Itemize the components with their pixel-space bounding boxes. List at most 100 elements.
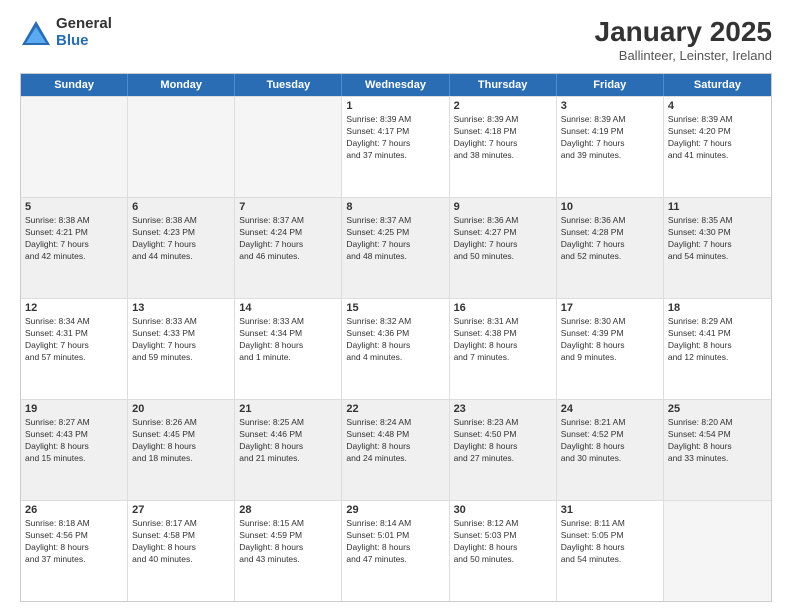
calendar-row-4: 19 Sunrise: 8:27 AM Sunset: 4:43 PM Dayli… [21, 399, 771, 500]
day-info: Sunrise: 8:34 AM Sunset: 4:31 PM Dayligh… [25, 316, 123, 364]
day-info: Sunrise: 8:39 AM Sunset: 4:19 PM Dayligh… [561, 114, 659, 162]
day-cell-9: 9Sunrise: 8:36 AM Sunset: 4:27 PM Daylig… [450, 198, 557, 298]
day-info: Sunrise: 8:35 AM Sunset: 4:30 PM Dayligh… [668, 215, 767, 263]
calendar-header: SundayMondayTuesdayWednesdayThursdayFrid… [21, 74, 771, 96]
day-cell-16: 16 Sunrise: 8:31 AM Sunset: 4:38 PM Dayli… [450, 299, 557, 399]
day-info: Sunrise: 8:17 AM Sunset: 4:58 PM Dayligh… [132, 518, 230, 566]
header-day-thursday: Thursday [450, 74, 557, 96]
day-info: Sunrise: 8:18 AM Sunset: 4:56 PM Dayligh… [25, 518, 123, 566]
day-number: 30 [454, 504, 552, 516]
day-info: Sunrise: 8:39 AM Sunset: 4:17 PM Dayligh… [346, 114, 444, 162]
day-cell-19: 19 Sunrise: 8:27 AM Sunset: 4:43 PM Dayli… [21, 400, 128, 500]
day-number: 9 [454, 201, 552, 213]
day-cell-24: 24 Sunrise: 8:21 AM Sunset: 4:52 PM Dayli… [557, 400, 664, 500]
day-cell-4: 4Sunrise: 8:39 AM Sunset: 4:20 PM Daylig… [664, 97, 771, 197]
day-info: Sunrise: 8:24 AM Sunset: 4:48 PM Dayligh… [346, 417, 444, 465]
day-cell-26: 26Sunrise: 8:18 AM Sunset: 4:56 PM Dayli… [21, 501, 128, 601]
calendar-row-3: 12 Sunrise: 8:34 AM Sunset: 4:31 PM Dayli… [21, 298, 771, 399]
day-cell-18: 18 Sunrise: 8:29 AM Sunset: 4:41 PM Dayli… [664, 299, 771, 399]
header-day-tuesday: Tuesday [235, 74, 342, 96]
day-info: Sunrise: 8:25 AM Sunset: 4:46 PM Dayligh… [239, 417, 337, 465]
day-cell-29: 29 Sunrise: 8:14 AM Sunset: 5:01 PM Dayli… [342, 501, 449, 601]
day-info: Sunrise: 8:30 AM Sunset: 4:39 PM Dayligh… [561, 316, 659, 364]
header-day-sunday: Sunday [21, 74, 128, 96]
day-number: 6 [132, 201, 230, 213]
calendar-subtitle: Ballinteer, Leinster, Ireland [595, 48, 772, 63]
day-number: 18 [668, 302, 767, 314]
day-info: Sunrise: 8:38 AM Sunset: 4:21 PM Dayligh… [25, 215, 123, 263]
day-cell-14: 14 Sunrise: 8:33 AM Sunset: 4:34 PM Dayli… [235, 299, 342, 399]
header-day-monday: Monday [128, 74, 235, 96]
day-number: 29 [346, 504, 444, 516]
day-number: 14 [239, 302, 337, 314]
calendar-title: January 2025 [595, 16, 772, 48]
day-info: Sunrise: 8:39 AM Sunset: 4:18 PM Dayligh… [454, 114, 552, 162]
day-cell-30: 30Sunrise: 8:12 AM Sunset: 5:03 PM Dayli… [450, 501, 557, 601]
day-number: 3 [561, 100, 659, 112]
day-cell-1: 1Sunrise: 8:39 AM Sunset: 4:17 PM Daylig… [342, 97, 449, 197]
header-day-friday: Friday [557, 74, 664, 96]
day-cell-6: 6 Sunrise: 8:38 AM Sunset: 4:23 PM Daylig… [128, 198, 235, 298]
day-cell-20: 20Sunrise: 8:26 AM Sunset: 4:45 PM Dayli… [128, 400, 235, 500]
day-number: 13 [132, 302, 230, 314]
day-cell-12: 12 Sunrise: 8:34 AM Sunset: 4:31 PM Dayli… [21, 299, 128, 399]
calendar-body: 1Sunrise: 8:39 AM Sunset: 4:17 PM Daylig… [21, 96, 771, 601]
day-number: 28 [239, 504, 337, 516]
day-number: 19 [25, 403, 123, 415]
day-info: Sunrise: 8:29 AM Sunset: 4:41 PM Dayligh… [668, 316, 767, 364]
day-info: Sunrise: 8:33 AM Sunset: 4:34 PM Dayligh… [239, 316, 337, 364]
day-info: Sunrise: 8:33 AM Sunset: 4:33 PM Dayligh… [132, 316, 230, 364]
day-cell-10: 10Sunrise: 8:36 AM Sunset: 4:28 PM Dayli… [557, 198, 664, 298]
logo: General Blue [20, 16, 112, 49]
day-cell-8: 8Sunrise: 8:37 AM Sunset: 4:25 PM Daylig… [342, 198, 449, 298]
day-number: 5 [25, 201, 123, 213]
day-number: 12 [25, 302, 123, 314]
logo-icon [20, 19, 52, 47]
day-cell-22: 22Sunrise: 8:24 AM Sunset: 4:48 PM Dayli… [342, 400, 449, 500]
empty-cell [235, 97, 342, 197]
day-info: Sunrise: 8:23 AM Sunset: 4:50 PM Dayligh… [454, 417, 552, 465]
day-cell-21: 21 Sunrise: 8:25 AM Sunset: 4:46 PM Dayli… [235, 400, 342, 500]
day-number: 7 [239, 201, 337, 213]
day-number: 23 [454, 403, 552, 415]
day-cell-15: 15Sunrise: 8:32 AM Sunset: 4:36 PM Dayli… [342, 299, 449, 399]
day-cell-17: 17Sunrise: 8:30 AM Sunset: 4:39 PM Dayli… [557, 299, 664, 399]
day-info: Sunrise: 8:14 AM Sunset: 5:01 PM Dayligh… [346, 518, 444, 566]
day-number: 25 [668, 403, 767, 415]
day-info: Sunrise: 8:21 AM Sunset: 4:52 PM Dayligh… [561, 417, 659, 465]
day-number: 24 [561, 403, 659, 415]
day-number: 11 [668, 201, 767, 213]
day-info: Sunrise: 8:32 AM Sunset: 4:36 PM Dayligh… [346, 316, 444, 364]
day-info: Sunrise: 8:39 AM Sunset: 4:20 PM Dayligh… [668, 114, 767, 162]
day-info: Sunrise: 8:15 AM Sunset: 4:59 PM Dayligh… [239, 518, 337, 566]
calendar-row-5: 26Sunrise: 8:18 AM Sunset: 4:56 PM Dayli… [21, 500, 771, 601]
day-info: Sunrise: 8:26 AM Sunset: 4:45 PM Dayligh… [132, 417, 230, 465]
day-cell-25: 25 Sunrise: 8:20 AM Sunset: 4:54 PM Dayli… [664, 400, 771, 500]
day-info: Sunrise: 8:11 AM Sunset: 5:05 PM Dayligh… [561, 518, 659, 566]
day-info: Sunrise: 8:27 AM Sunset: 4:43 PM Dayligh… [25, 417, 123, 465]
logo-text: General Blue [56, 16, 112, 49]
day-number: 31 [561, 504, 659, 516]
day-info: Sunrise: 8:37 AM Sunset: 4:25 PM Dayligh… [346, 215, 444, 263]
header-day-wednesday: Wednesday [342, 74, 449, 96]
day-info: Sunrise: 8:31 AM Sunset: 4:38 PM Dayligh… [454, 316, 552, 364]
calendar-row-2: 5 Sunrise: 8:38 AM Sunset: 4:21 PM Daylig… [21, 197, 771, 298]
day-cell-11: 11 Sunrise: 8:35 AM Sunset: 4:30 PM Dayli… [664, 198, 771, 298]
day-cell-27: 27 Sunrise: 8:17 AM Sunset: 4:58 PM Dayli… [128, 501, 235, 601]
logo-general-text: General [56, 16, 112, 33]
day-info: Sunrise: 8:20 AM Sunset: 4:54 PM Dayligh… [668, 417, 767, 465]
day-info: Sunrise: 8:38 AM Sunset: 4:23 PM Dayligh… [132, 215, 230, 263]
day-info: Sunrise: 8:37 AM Sunset: 4:24 PM Dayligh… [239, 215, 337, 263]
day-cell-23: 23 Sunrise: 8:23 AM Sunset: 4:50 PM Dayli… [450, 400, 557, 500]
page-header: General Blue January 2025 Ballinteer, Le… [20, 16, 772, 63]
day-number: 27 [132, 504, 230, 516]
day-number: 10 [561, 201, 659, 213]
day-number: 16 [454, 302, 552, 314]
title-block: January 2025 Ballinteer, Leinster, Irela… [595, 16, 772, 63]
empty-cell [128, 97, 235, 197]
day-number: 21 [239, 403, 337, 415]
day-cell-3: 3 Sunrise: 8:39 AM Sunset: 4:19 PM Daylig… [557, 97, 664, 197]
day-cell-28: 28 Sunrise: 8:15 AM Sunset: 4:59 PM Dayli… [235, 501, 342, 601]
calendar-row-1: 1Sunrise: 8:39 AM Sunset: 4:17 PM Daylig… [21, 96, 771, 197]
header-day-saturday: Saturday [664, 74, 771, 96]
